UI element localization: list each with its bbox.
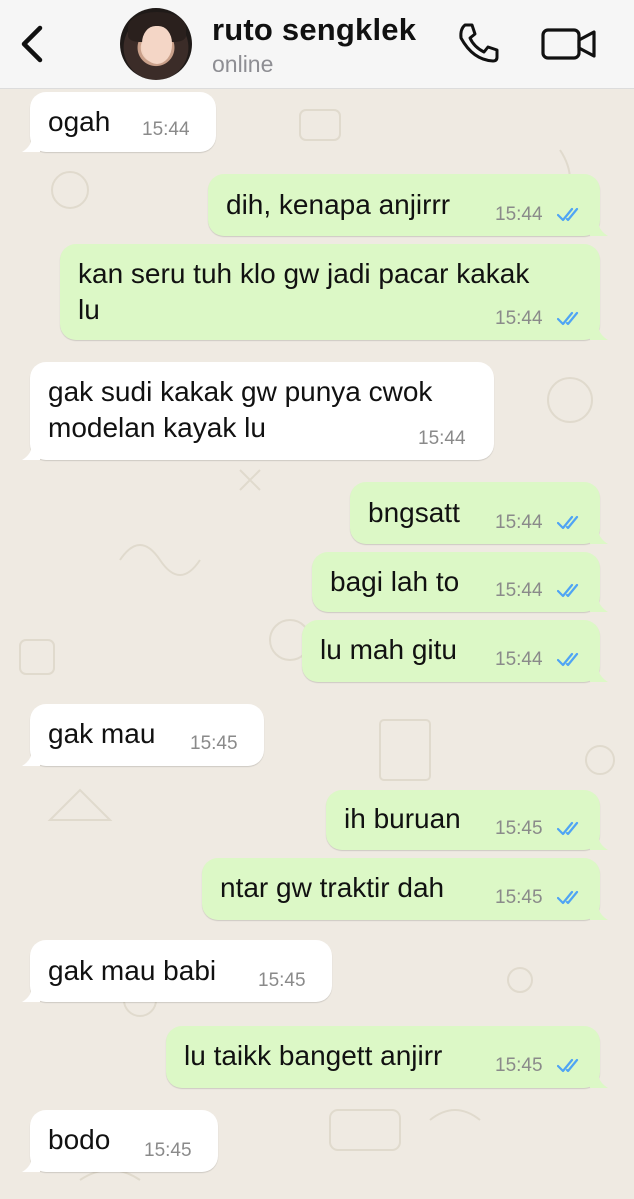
message-text-line: modelan kayak lu: [48, 412, 266, 443]
bubble-tail: [22, 750, 40, 766]
message-text: gak mau babi: [48, 955, 217, 986]
message-text: gak mau: [48, 718, 156, 749]
message-time: 15:44: [495, 308, 543, 329]
message-bubble-outgoing[interactable]: ih buruan 15:45: [326, 790, 608, 850]
double-check-read-icon: [557, 583, 579, 598]
message-time: 15:44: [495, 204, 543, 225]
double-check-read-icon: [557, 515, 579, 530]
message-time: 15:44: [418, 428, 466, 449]
message-text: ogah: [48, 106, 111, 137]
message-time: 15:44: [495, 512, 543, 533]
double-check-read-icon: [557, 821, 579, 836]
message-text: lu taikk bangett anjirr: [184, 1040, 443, 1071]
message-text: bodo: [48, 1124, 111, 1155]
bubble-tail: [590, 904, 608, 920]
message-bubble-outgoing[interactable]: dih, kenapa anjirrr 15:44: [208, 174, 608, 236]
message-bubble-incoming[interactable]: bodo 15:45: [22, 1110, 218, 1172]
message-time: 15:45: [144, 1140, 192, 1161]
contact-name[interactable]: ruto sengklek: [212, 12, 416, 48]
contact-avatar[interactable]: [120, 8, 192, 80]
message-time: 15:44: [142, 119, 190, 140]
bubble-tail: [590, 324, 608, 340]
bubble-tail: [590, 528, 608, 544]
video-call-icon[interactable]: [540, 24, 598, 64]
double-check-read-icon: [557, 652, 579, 667]
message-bubble-outgoing[interactable]: kan seru tuh klo gw jadi pacar kakak lu …: [60, 244, 608, 340]
bubble-tail: [590, 1072, 608, 1088]
message-text-line: kan seru tuh klo gw jadi pacar kakak: [78, 258, 530, 289]
message-text: ih buruan: [344, 803, 461, 834]
message-time: 15:45: [495, 1055, 543, 1076]
phone-call-icon[interactable]: [456, 20, 502, 66]
message-bubble-incoming[interactable]: gak mau babi 15:45: [22, 940, 332, 1002]
bubble-tail: [22, 1156, 40, 1172]
message-bubble-outgoing[interactable]: lu taikk bangett anjirr 15:45: [166, 1026, 608, 1088]
message-bubble-outgoing[interactable]: ntar gw traktir dah 15:45: [202, 858, 608, 920]
message-time: 15:44: [495, 649, 543, 670]
message-bubble-incoming[interactable]: gak sudi kakak gw punya cwok modelan kay…: [22, 362, 494, 460]
message-time: 15:45: [190, 733, 238, 754]
message-time: 15:45: [495, 818, 543, 839]
message-time: 15:45: [258, 970, 306, 991]
bubble-tail: [22, 136, 40, 152]
chat-header: ruto sengklek online: [0, 0, 634, 89]
double-check-read-icon: [557, 311, 579, 326]
message-text: lu mah gitu: [320, 634, 457, 665]
message-bubble-outgoing[interactable]: lu mah gitu 15:44: [302, 620, 608, 682]
message-text: bagi lah to: [330, 566, 460, 597]
message-time: 15:44: [495, 580, 543, 601]
bubble-tail: [22, 986, 40, 1002]
double-check-read-icon: [557, 1058, 579, 1073]
avatar-face: [142, 26, 172, 64]
message-bubble-incoming[interactable]: ogah 15:44: [22, 92, 216, 152]
message-text-line: lu: [78, 294, 100, 325]
double-check-read-icon: [557, 207, 579, 222]
contact-status: online: [212, 51, 274, 77]
bubble-tail: [590, 596, 608, 612]
message-bubble-incoming[interactable]: gak mau 15:45: [22, 704, 264, 766]
message-text-line: gak sudi kakak gw punya cwok: [48, 376, 433, 407]
bubble-tail: [590, 666, 608, 682]
message-text: ntar gw traktir dah: [220, 872, 445, 903]
message-text: bngsatt: [368, 497, 460, 528]
double-check-read-icon: [557, 890, 579, 905]
message-bubble-outgoing[interactable]: bngsatt 15:44: [350, 482, 608, 544]
bubble-tail: [590, 834, 608, 850]
bubble-tail: [590, 220, 608, 236]
message-text: dih, kenapa anjirrr: [226, 189, 451, 220]
message-time: 15:45: [495, 887, 543, 908]
back-chevron-icon[interactable]: [16, 22, 48, 66]
bubble-tail: [22, 444, 40, 460]
message-bubble-outgoing[interactable]: bagi lah to 15:44: [312, 552, 608, 612]
